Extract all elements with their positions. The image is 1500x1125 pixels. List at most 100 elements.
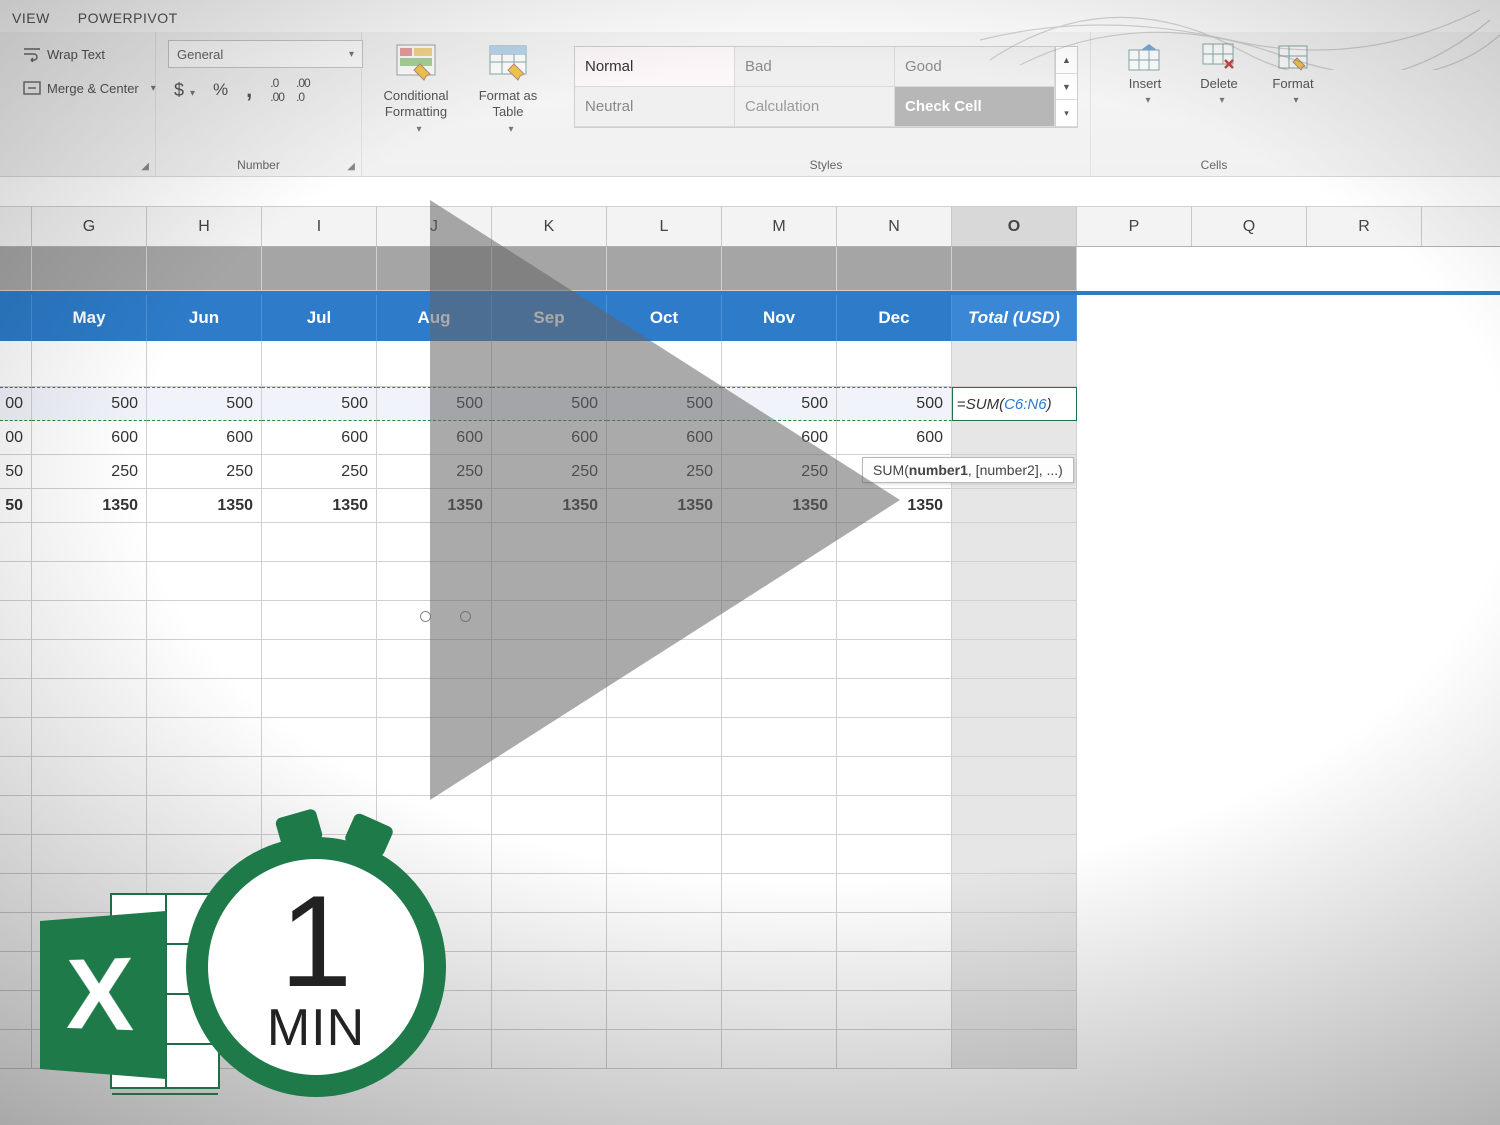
cell[interactable] xyxy=(262,562,377,601)
percent-button[interactable]: % xyxy=(211,78,230,102)
number-format-combo[interactable]: General ▾ xyxy=(168,40,363,68)
cell[interactable]: 1350 xyxy=(492,489,607,523)
cell[interactable]: 600 xyxy=(32,421,147,455)
cell[interactable] xyxy=(837,835,952,874)
cell[interactable] xyxy=(0,913,32,952)
cell[interactable]: 1350 xyxy=(147,489,262,523)
cell[interactable] xyxy=(147,718,262,757)
cell[interactable] xyxy=(32,562,147,601)
cell[interactable] xyxy=(262,247,377,291)
cell[interactable] xyxy=(377,640,492,679)
cell[interactable] xyxy=(492,679,607,718)
cell[interactable] xyxy=(952,562,1077,601)
cell[interactable]: 500 xyxy=(722,387,837,421)
cell[interactable] xyxy=(262,601,377,640)
cell[interactable]: 600 xyxy=(837,421,952,455)
cell[interactable] xyxy=(837,247,952,291)
cell[interactable] xyxy=(722,991,837,1030)
month-header-nov[interactable]: Nov xyxy=(722,295,837,341)
cell[interactable] xyxy=(952,991,1077,1030)
cell[interactable] xyxy=(492,523,607,562)
cell[interactable] xyxy=(0,247,32,291)
month-header-dec[interactable]: Dec xyxy=(837,295,952,341)
cell[interactable]: 500 xyxy=(32,387,147,421)
cell[interactable]: 500 xyxy=(147,387,262,421)
cell[interactable] xyxy=(607,1030,722,1069)
col-header-G[interactable]: G xyxy=(32,207,147,246)
cell[interactable] xyxy=(492,341,607,387)
cell[interactable] xyxy=(952,796,1077,835)
cell[interactable] xyxy=(837,523,952,562)
cell[interactable] xyxy=(722,913,837,952)
cell[interactable] xyxy=(722,640,837,679)
col-header-P[interactable]: P xyxy=(1077,207,1192,246)
cell[interactable]: 600 xyxy=(607,421,722,455)
cell[interactable] xyxy=(952,247,1077,291)
cell[interactable] xyxy=(262,718,377,757)
cell[interactable] xyxy=(0,1030,32,1069)
cell[interactable] xyxy=(32,640,147,679)
cell[interactable] xyxy=(492,952,607,991)
total-header[interactable]: Total (USD) xyxy=(952,295,1077,341)
style-normal[interactable]: Normal xyxy=(575,47,735,87)
col-header-edge[interactable] xyxy=(0,207,32,246)
cell[interactable] xyxy=(722,523,837,562)
cell[interactable] xyxy=(722,1030,837,1069)
cell[interactable] xyxy=(492,1030,607,1069)
cell[interactable] xyxy=(147,247,262,291)
col-header-R[interactable]: R xyxy=(1307,207,1422,246)
format-as-table-button[interactable]: Format asTable xyxy=(466,36,550,135)
cell-styles-gallery[interactable]: Normal Neutral Bad Calculation Good Chec… xyxy=(574,46,1078,128)
cell[interactable] xyxy=(0,562,32,601)
cell[interactable] xyxy=(607,341,722,387)
cell[interactable]: 600 xyxy=(492,421,607,455)
cell[interactable] xyxy=(492,874,607,913)
cell[interactable] xyxy=(837,562,952,601)
cell[interactable] xyxy=(0,835,32,874)
cell[interactable]: 600 xyxy=(147,421,262,455)
cell[interactable]: 00 xyxy=(0,387,32,421)
cell[interactable] xyxy=(952,341,1077,387)
number-launcher-icon[interactable]: ◢ xyxy=(347,161,355,172)
cell[interactable] xyxy=(607,796,722,835)
cell[interactable] xyxy=(837,640,952,679)
formula-edit-cell[interactable]: =SUM(C6:N6) xyxy=(952,387,1077,421)
cell[interactable] xyxy=(952,718,1077,757)
cell[interactable] xyxy=(607,640,722,679)
cell[interactable] xyxy=(377,523,492,562)
cell[interactable] xyxy=(0,952,32,991)
cell[interactable]: 250 xyxy=(722,455,837,489)
cell[interactable] xyxy=(262,640,377,679)
cell[interactable] xyxy=(377,341,492,387)
style-check-cell[interactable]: Check Cell xyxy=(895,87,1055,127)
increase-decimal-button[interactable]: .0.00 xyxy=(268,74,286,106)
cell[interactable] xyxy=(32,341,147,387)
cell[interactable] xyxy=(607,679,722,718)
cell[interactable] xyxy=(147,341,262,387)
tab-view[interactable]: VIEW xyxy=(12,6,50,26)
cell[interactable]: 500 xyxy=(607,387,722,421)
cell[interactable] xyxy=(147,757,262,796)
cell[interactable]: 500 xyxy=(837,387,952,421)
cell[interactable] xyxy=(952,835,1077,874)
decrease-decimal-button[interactable]: .00.0 xyxy=(294,74,312,106)
style-bad[interactable]: Bad xyxy=(735,47,895,87)
alignment-launcher-icon[interactable]: ◢ xyxy=(141,161,149,172)
cell[interactable] xyxy=(0,757,32,796)
col-header-H[interactable]: H xyxy=(147,207,262,246)
cell[interactable]: 250 xyxy=(32,455,147,489)
cell[interactable] xyxy=(722,247,837,291)
cell[interactable] xyxy=(837,1030,952,1069)
cell[interactable] xyxy=(837,757,952,796)
cell[interactable] xyxy=(492,562,607,601)
cell[interactable] xyxy=(32,601,147,640)
style-neutral[interactable]: Neutral xyxy=(575,87,735,127)
cell[interactable] xyxy=(607,991,722,1030)
cell[interactable] xyxy=(837,679,952,718)
month-header-sep[interactable]: Sep xyxy=(492,295,607,341)
cell[interactable] xyxy=(377,796,492,835)
cell[interactable] xyxy=(262,341,377,387)
cell[interactable]: 250 xyxy=(492,455,607,489)
cell[interactable] xyxy=(722,562,837,601)
col-header-M[interactable]: M xyxy=(722,207,837,246)
